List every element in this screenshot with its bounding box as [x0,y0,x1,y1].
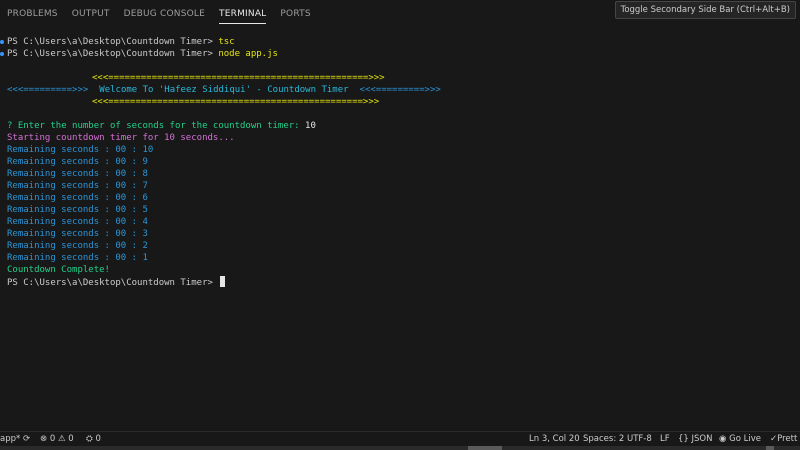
braces-icon: {} [678,434,689,444]
command-text: tsc [218,37,235,47]
language-label: JSON [691,434,713,444]
remaining-line: Remaining seconds : 00 : 7 [7,181,148,191]
go-live-label: Go Live [729,434,761,444]
ports-count: 0 [95,434,101,444]
status-ports[interactable]: ⛭ 0 [86,432,101,446]
starting-message: Starting countdown timer for 10 seconds.… [7,133,235,143]
status-bar: app* ⟳ ⊗ 0 ⚠ 0 ⛭ 0 Ln 3, Col 20 Spaces: … [0,431,800,446]
prompt-question-line: ? Enter the number of seconds for the co… [7,120,316,132]
status-encoding[interactable]: UTF-8 [627,432,652,446]
error-count: 0 [49,434,56,444]
terminal-line-current-prompt: PS C:\Users\a\Desktop\Countdown Timer> [7,276,226,288]
tab-output[interactable]: OUTPUT [65,0,117,28]
branch-label: app* [0,434,21,444]
tab-problems[interactable]: PROBLEMS [0,0,65,28]
ports-icon: ⛭ [86,434,93,444]
terminal-line-cmd-tsc: PS C:\Users\a\Desktop\Countdown Timer> t… [7,36,235,48]
remaining-line: Remaining seconds : 00 : 2 [7,241,148,251]
status-prettier[interactable]: ✓Prett [770,432,797,446]
countdown-complete-message: Countdown Complete! [7,265,110,275]
question-text: Enter the number of seconds for the coun… [17,121,300,131]
remaining-line: Remaining seconds : 00 : 6 [7,193,148,203]
command-decoration-icon[interactable] [0,52,4,56]
command-text: node app.js [218,49,278,59]
status-eol[interactable]: LF [660,432,670,446]
remaining-line: Remaining seconds : 00 : 9 [7,157,148,167]
banner-title-line: <<<=========>>> Welcome To 'Hafeez Siddiq… [7,84,441,96]
remaining-line: Remaining seconds : 00 : 10 [7,145,154,155]
prettier-label: Prett [777,434,798,444]
remaining-line: Remaining seconds : 00 : 5 [7,205,148,215]
status-go-live[interactable]: ◉ Go Live [719,432,761,446]
prompt-text: PS C:\Users\a\Desktop\Countdown Timer> [7,49,219,59]
status-cursor-position[interactable]: Ln 3, Col 20 [529,432,580,446]
tab-terminal[interactable]: TERMINAL [212,0,273,28]
command-decoration-icon[interactable] [0,40,4,44]
banner-title: Welcome To 'Hafeez Siddiqui' - Countdown… [99,85,349,95]
status-problems[interactable]: ⊗ 0 ⚠ 0 [40,432,74,446]
tab-debug-console[interactable]: DEBUG CONSOLE [117,0,212,28]
warning-count: 0 [68,434,74,444]
status-language[interactable]: {} JSON [678,432,712,446]
remaining-line: Remaining seconds : 00 : 8 [7,169,148,179]
banner-left-arrows: <<<=========>>> [7,85,89,95]
toggle-secondary-sidebar-tooltip: Toggle Secondary Side Bar (Ctrl+Alt+B) [614,1,796,19]
banner-top-line: <<<=====================================… [92,73,385,83]
taskbar-strip [0,446,800,450]
remaining-line: Remaining seconds : 00 : 3 [7,229,148,239]
remaining-line: Remaining seconds : 00 : 1 [7,253,148,263]
banner-bottom-line: <<<=====================================… [92,97,380,107]
question-answer: 10 [305,121,316,131]
banner-right-arrows: <<<=========>>> [359,85,441,95]
status-indentation[interactable]: Spaces: 2 [583,432,624,446]
terminal-output[interactable]: PS C:\Users\a\Desktop\Countdown Timer> t… [0,36,800,426]
question-mark: ? [7,121,13,131]
warning-icon: ⚠ [57,434,66,444]
broadcast-icon: ◉ [719,434,727,444]
status-branch[interactable]: app* ⟳ [0,432,30,446]
terminal-line-cmd-node: PS C:\Users\a\Desktop\Countdown Timer> n… [7,48,278,60]
sync-icon: ⟳ [22,434,31,444]
terminal-cursor [220,276,226,287]
taskbar-indicator [468,446,502,450]
prompt-text: PS C:\Users\a\Desktop\Countdown Timer> [7,37,219,47]
taskbar-indicator [766,446,774,450]
prompt-text: PS C:\Users\a\Desktop\Countdown Timer> [7,278,219,288]
remaining-line: Remaining seconds : 00 : 4 [7,217,148,227]
error-icon: ⊗ [40,434,48,444]
tab-ports[interactable]: PORTS [273,0,317,28]
